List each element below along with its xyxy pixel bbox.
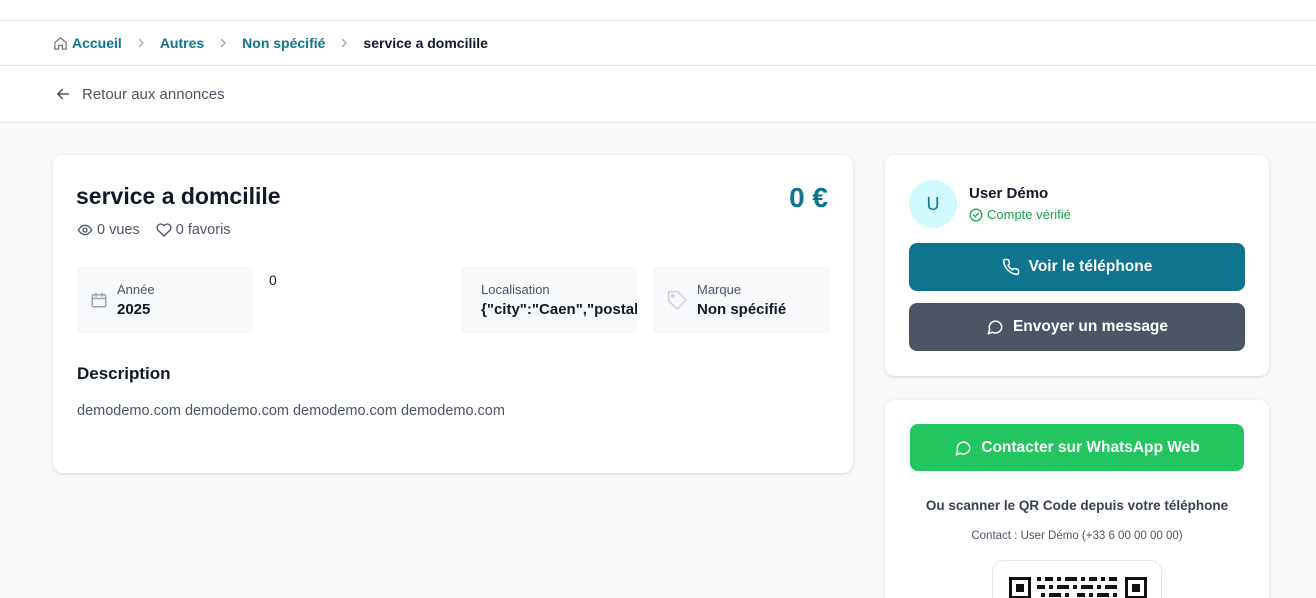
- back-to-listings-link[interactable]: Retour aux annonces: [54, 85, 225, 103]
- favorites-count: 0 favoris: [175, 222, 231, 238]
- home-icon: [54, 36, 67, 50]
- verified-label: Compte vérifié: [987, 207, 1071, 222]
- check-circle-icon: [969, 208, 983, 221]
- info-year-value: 2025: [117, 301, 151, 318]
- show-phone-label: Voir le téléphone: [1028, 258, 1153, 275]
- whatsapp-button[interactable]: Contacter sur WhatsApp Web: [910, 424, 1244, 471]
- chevron-right-icon: [135, 37, 147, 49]
- breadcrumb-home[interactable]: Accueil: [53, 35, 122, 51]
- info-location: Localisation {"city":"Caen","postalCo: [461, 266, 637, 334]
- show-phone-button[interactable]: Voir le téléphone: [909, 243, 1245, 291]
- seller-card: U User Démo Compte vérifié Voir le télép…: [885, 155, 1269, 376]
- description-text: demodemo.com demodemo.com demodemo.com d…: [77, 403, 505, 419]
- info-year: Année 2025: [77, 266, 253, 334]
- eye-icon: [77, 224, 93, 236]
- whatsapp-label: Contacter sur WhatsApp Web: [981, 438, 1200, 456]
- info-location-label: Localisation: [481, 282, 550, 297]
- views-count: 0 vues: [97, 222, 140, 238]
- heart-icon: [156, 223, 172, 237]
- favorites-stat[interactable]: 0 favoris: [156, 222, 231, 238]
- description-heading: Description: [77, 364, 171, 383]
- tag-icon: [667, 290, 687, 310]
- contact-info: Contact : User Démo (+33 6 00 00 00 00): [971, 530, 1183, 542]
- views-stat: 0 vues: [77, 222, 140, 238]
- breadcrumb-home-label: Accueil: [72, 35, 122, 51]
- stray-value: 0: [269, 272, 277, 288]
- breadcrumb-item-autres[interactable]: Autres: [160, 35, 204, 51]
- whatsapp-card: Contacter sur WhatsApp Web Ou scanner le…: [885, 400, 1269, 598]
- chevron-right-icon: [217, 37, 229, 49]
- verified-badge: Compte vérifié: [969, 207, 1071, 222]
- arrow-left-icon: [57, 88, 69, 100]
- info-year-label: Année: [117, 282, 155, 297]
- seller-name: User Démo: [969, 185, 1049, 202]
- whatsapp-icon: [955, 440, 971, 455]
- back-bar: Retour aux annonces: [0, 66, 1316, 123]
- listing-stats: 0 vues 0 favoris: [77, 222, 231, 238]
- back-label: Retour aux annonces: [82, 85, 225, 103]
- message-circle-icon: [987, 320, 1003, 335]
- breadcrumb-current: service a domcilile: [363, 35, 488, 51]
- send-message-label: Envoyer un message: [1012, 318, 1169, 335]
- phone-icon: [1002, 258, 1019, 276]
- listing-price: 0 €: [789, 182, 828, 213]
- chevron-right-icon: [338, 37, 350, 49]
- avatar: U: [909, 180, 957, 228]
- listing-card: service a domcilile 0 € 0 vues 0 favoris…: [53, 155, 853, 473]
- info-location-value: {"city":"Caen","postalCo: [481, 301, 637, 318]
- info-brand-value: Non spécifié: [697, 301, 787, 318]
- info-brand-label: Marque: [697, 282, 742, 297]
- info-brand: Marque Non spécifié: [653, 266, 830, 334]
- listing-title: service a domcilile: [76, 183, 281, 209]
- top-strip: [0, 0, 1316, 21]
- send-message-button[interactable]: Envoyer un message: [909, 303, 1245, 351]
- breadcrumb-item-category[interactable]: Non spécifié: [242, 35, 325, 51]
- calendar-icon: [91, 292, 107, 308]
- scan-instructions: Ou scanner le QR Code depuis votre télép…: [925, 498, 1229, 513]
- breadcrumb: Accueil Autres Non spécifié service a do…: [0, 21, 1316, 66]
- qr-code: [992, 560, 1162, 598]
